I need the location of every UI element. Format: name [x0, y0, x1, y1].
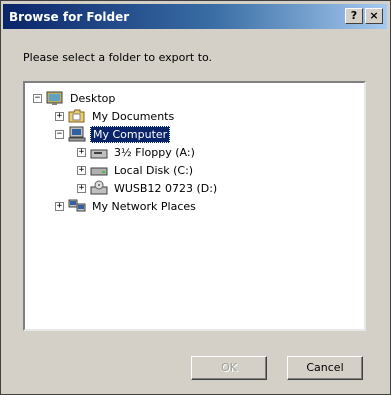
- hard-disk-icon: [90, 167, 108, 176]
- cancel-button[interactable]: Cancel: [287, 356, 363, 380]
- folder-tree[interactable]: − Desktop + My Documents − My Computer +…: [23, 81, 366, 331]
- tree-node-network[interactable]: + My Network Places: [55, 197, 198, 215]
- removable-drive-icon: [90, 180, 108, 195]
- instruction-text: Please select a folder to export to.: [23, 51, 213, 64]
- tree-label-local-disk: Local Disk (C:): [114, 163, 194, 177]
- desktop-icon: [46, 91, 63, 105]
- help-button[interactable]: ?: [345, 8, 363, 24]
- tree-node-desktop[interactable]: − Desktop: [33, 89, 117, 107]
- expand-icon[interactable]: +: [77, 147, 86, 157]
- tree-label-my-documents: My Documents: [92, 109, 175, 123]
- expand-icon[interactable]: +: [55, 111, 64, 121]
- expand-icon[interactable]: +: [77, 165, 86, 175]
- tree-node-floppy[interactable]: + 3½ Floppy (A:): [77, 143, 197, 161]
- floppy-drive-icon: [90, 149, 108, 159]
- title-bar[interactable]: Browse for Folder ? ×: [3, 4, 387, 29]
- tree-label-my-computer: My Computer: [90, 125, 171, 143]
- tree-node-my-documents[interactable]: + My Documents: [55, 107, 176, 125]
- tree-label-usb: WUSB12 0723 (D:): [114, 181, 218, 195]
- collapse-icon[interactable]: −: [33, 93, 42, 103]
- close-button[interactable]: ×: [365, 8, 383, 24]
- tree-node-my-computer[interactable]: − My Computer: [55, 125, 171, 143]
- tree-node-local-disk[interactable]: + Local Disk (C:): [77, 161, 195, 179]
- tree-label-network: My Network Places: [92, 199, 196, 213]
- network-places-icon: [68, 199, 86, 212]
- computer-icon: [68, 126, 86, 142]
- browse-folder-dialog: Browse for Folder ? × Please select a fo…: [0, 0, 391, 395]
- expand-icon[interactable]: +: [77, 183, 86, 193]
- tree-label-desktop: Desktop: [70, 91, 116, 105]
- expand-icon[interactable]: +: [55, 201, 64, 211]
- tree-label-floppy: 3½ Floppy (A:): [114, 145, 195, 159]
- window-title: Browse for Folder: [9, 9, 130, 24]
- collapse-icon[interactable]: −: [55, 129, 64, 139]
- folder-icon: [68, 109, 85, 123]
- title-buttons: ? ×: [345, 8, 383, 24]
- ok-button[interactable]: OK: [191, 356, 267, 380]
- tree-node-usb[interactable]: + WUSB12 0723 (D:): [77, 179, 219, 197]
